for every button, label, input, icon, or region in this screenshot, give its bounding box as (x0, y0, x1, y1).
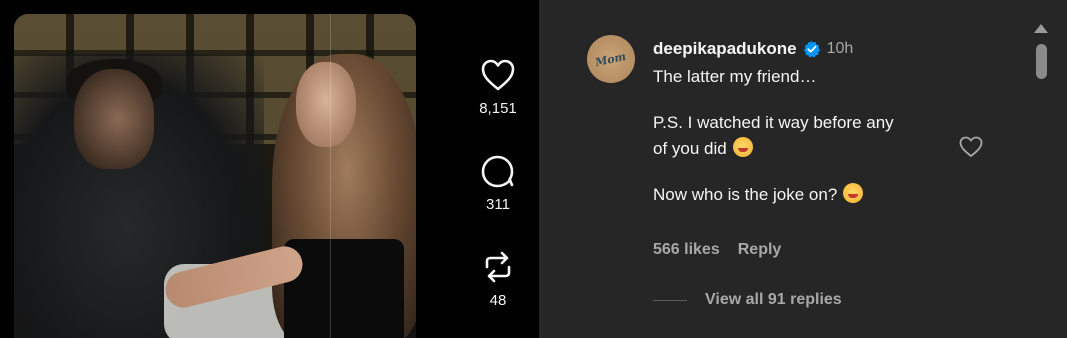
comment-line: of you did (653, 136, 963, 162)
verified-badge-icon (803, 40, 820, 58)
comment-line: Now who is the joke on? (653, 182, 963, 208)
comments-panel: Mom deepikapadukone 10h The latter my fr… (539, 0, 1067, 338)
face-with-hand-over-mouth-emoji-icon (843, 183, 864, 203)
reply-button[interactable]: Reply (738, 241, 782, 259)
view-replies-button[interactable]: View all 91 replies (653, 291, 842, 309)
comment-bubble-icon[interactable] (480, 154, 516, 188)
grinning-face-emoji-icon (732, 137, 753, 157)
like-count: 8,151 (479, 100, 517, 117)
scrollbar-thumb[interactable] (1036, 44, 1047, 79)
comment-action: 311 (458, 154, 538, 213)
heart-icon[interactable] (480, 58, 516, 92)
comment-like-count[interactable]: 566 likes (653, 241, 720, 259)
replies-divider (653, 299, 687, 301)
scroll-up-arrow-icon[interactable] (1034, 24, 1048, 33)
repost-action: 48 (458, 250, 538, 309)
comment-line: P.S. I watched it way before any (653, 113, 894, 132)
like-action: 8,151 (458, 58, 538, 117)
comment-username[interactable]: deepikapadukone (653, 39, 797, 59)
view-replies-label: View all 91 replies (705, 291, 842, 308)
scrollbar[interactable] (1030, 18, 1052, 338)
avatar[interactable]: Mom (587, 35, 635, 83)
comment-count: 311 (486, 196, 510, 213)
comment-text: The latter my friend… P.S. I watched it … (653, 64, 963, 208)
repost-count: 48 (489, 292, 507, 309)
repost-icon[interactable] (480, 250, 516, 284)
video-thumbnail[interactable] (14, 14, 416, 338)
comment-meta: 566 likes Reply (653, 241, 781, 259)
comment-timestamp[interactable]: 10h (827, 40, 854, 58)
comment: deepikapadukone 10h The latter my friend… (653, 38, 963, 208)
comment-line: The latter my friend… (653, 67, 817, 86)
video-panel (0, 0, 435, 338)
comment-like-heart-icon[interactable] (958, 134, 984, 160)
action-bar: 8,151 311 48 (458, 0, 538, 338)
comment-header: deepikapadukone 10h (653, 38, 963, 60)
avatar-logo: Mom (594, 49, 628, 69)
